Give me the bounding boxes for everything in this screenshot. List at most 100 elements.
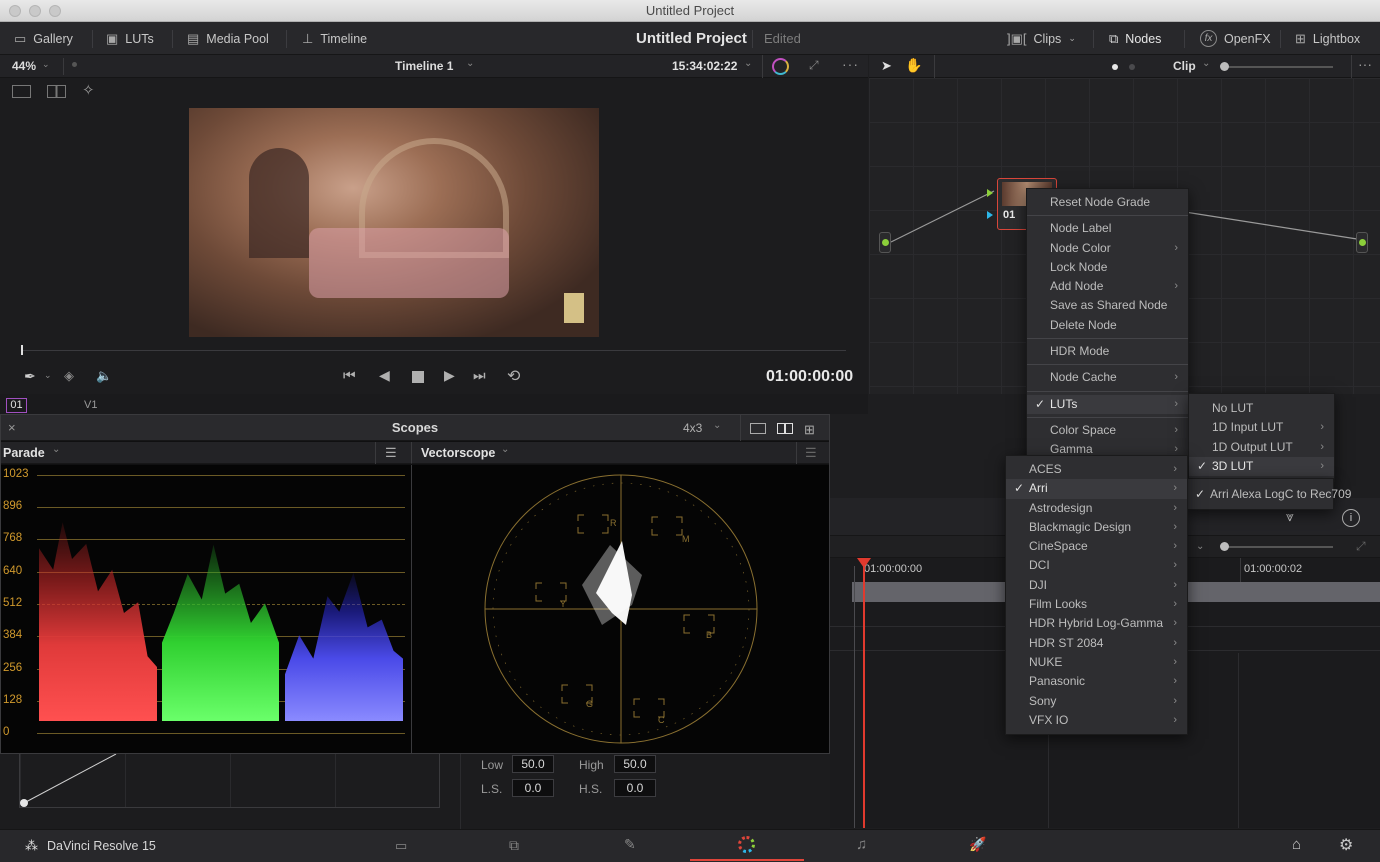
node-key-input-icon[interactable] [987,211,993,219]
menu-item-astrodesign[interactable]: Astrodesign › [1006,499,1187,518]
more-options-icon[interactable]: ··· [1358,56,1372,72]
jump-end-icon[interactable]: ⏭ [473,367,486,384]
menu-item-dji[interactable]: DJI › [1006,576,1187,595]
page-dot[interactable] [1129,64,1135,70]
zoom-slider-handle[interactable] [1220,62,1229,71]
chevron-down-icon[interactable]: ⌄ [42,59,50,70]
chevron-down-icon[interactable]: ⌄ [1202,58,1210,69]
speaker-icon[interactable]: 🔈 [96,368,112,384]
chevron-down-icon[interactable]: ⌄ [52,444,60,455]
fairlight-page-icon[interactable]: ♫ [856,836,867,853]
parade-selector[interactable]: Parade [3,446,45,460]
node-mode-selector[interactable]: Clip [1173,59,1196,73]
loop-icon[interactable]: ⟲ [507,366,520,386]
clips-button[interactable]: ]▣[Clips ⌄ [1007,22,1076,55]
hand-tool-icon[interactable]: ✋ [905,57,922,74]
menu-item-node-color[interactable]: Node Color › [1027,239,1188,258]
menu-item-1d-output-lut[interactable]: 1D Output LUT › [1189,438,1334,457]
menu-item-nuke[interactable]: NUKE › [1006,653,1187,672]
menu-item-sony[interactable]: Sony › [1006,692,1187,711]
info-icon[interactable]: i [1342,509,1360,527]
timeline-name[interactable]: Timeline 1 [395,59,453,73]
magic-wand-icon[interactable]: ✧ [82,81,95,99]
menu-item-reset-node-grade[interactable]: Reset Node Grade [1027,193,1188,212]
reverse-icon[interactable]: ◀ [379,367,390,384]
keyframe-zoom-track[interactable] [1221,546,1333,548]
clip-number[interactable]: 01 [6,398,27,413]
chevron-down-icon[interactable]: ⌄ [744,58,752,69]
keyframe-zoom-handle[interactable] [1220,542,1229,551]
menu-item-hdr-mode[interactable]: HDR Mode [1027,342,1188,361]
settings-sliders-icon[interactable]: ☰ [385,445,397,461]
close-window-button[interactable] [9,5,21,17]
zoom-slider-track[interactable] [1221,66,1333,68]
jump-start-icon[interactable]: ⏮ [343,367,358,384]
node-rgb-input-icon[interactable] [987,189,993,197]
curve-control-point[interactable] [20,799,28,807]
menu-item-cinespace[interactable]: CineSpace › [1006,537,1187,556]
menu-item-lock-node[interactable]: Lock Node [1027,258,1188,277]
chevron-down-icon[interactable]: ⌄ [466,58,474,69]
expand-icon[interactable]: ⤢ [1356,539,1366,554]
low-field[interactable]: 50.0 [512,755,554,773]
nodes-button[interactable]: ⧉ Nodes [1109,22,1161,55]
menu-item-save-as-shared-node[interactable]: Save as Shared Node [1027,296,1188,315]
menu-item-no-lut[interactable]: No LUT [1189,399,1334,418]
chevron-down-icon[interactable]: ⌄ [44,370,52,381]
pointer-tool-icon[interactable]: ➤ [881,58,892,74]
chevron-down-icon[interactable]: ⌄ [713,420,721,431]
menu-item-luts[interactable]: ✓ LUTs › [1027,394,1188,414]
media-pool-button[interactable]: ▤ Media Pool [187,22,269,55]
luts-button[interactable]: ▣ LUTs [106,22,154,55]
minimize-window-button[interactable] [29,5,41,17]
scrubber-track[interactable] [22,350,846,351]
menu-item-node-cache[interactable]: Node Cache › [1027,368,1188,387]
menu-item-vfx-io[interactable]: VFX IO › [1006,711,1187,730]
color-page-tab[interactable] [690,830,804,861]
keyframe-icon[interactable]: ⩔ [1286,508,1294,525]
quad-scope-icon[interactable]: ⊞ [804,422,815,438]
menu-item-hdr-st-2084[interactable]: HDR ST 2084 › [1006,634,1187,653]
deliver-page-icon[interactable]: 🚀 [969,836,986,853]
chevron-down-icon[interactable]: ⌄ [1196,541,1204,552]
layers-icon[interactable]: ◈ [64,368,74,384]
stop-icon[interactable] [412,371,424,383]
play-icon[interactable]: ▶ [444,367,455,384]
page-dot-active[interactable] [1112,64,1118,70]
settings-sliders-icon[interactable]: ☰ [805,445,817,461]
menu-item-1d-input-lut[interactable]: 1D Input LUT › [1189,418,1334,437]
menu-item-color-space[interactable]: Color Space › [1027,421,1188,440]
scopes-title-bar[interactable]: Scopes [1,415,829,441]
lightbox-button[interactable]: ⊞ Lightbox [1295,22,1360,55]
edit-page-icon[interactable]: ⧉ [509,837,519,854]
media-page-icon[interactable]: ▭ [395,838,407,854]
menu-item-blackmagic-design[interactable]: Blackmagic Design › [1006,518,1187,537]
fullscreen-icon[interactable]: ⤢ [809,58,819,73]
timeline-button[interactable]: ⊥ Timeline [302,22,367,55]
fusion-page-icon[interactable]: ✎ [624,836,636,853]
playhead[interactable] [21,345,23,355]
menu-item-delete-node[interactable]: Delete Node [1027,316,1188,335]
menu-item-hdr-hybrid-log-gamma[interactable]: HDR Hybrid Log-Gamma › [1006,614,1187,633]
single-view-icon[interactable] [12,85,31,98]
menu-item-add-node[interactable]: Add Node › [1027,277,1188,296]
dual-scope-icon[interactable] [777,423,793,434]
menu-item-aces[interactable]: ACES › [1006,460,1187,479]
close-icon[interactable]: × [8,420,16,435]
menu-item-panasonic[interactable]: Panasonic › [1006,672,1187,691]
menu-item-film-looks[interactable]: Film Looks › [1006,595,1187,614]
hs-field[interactable]: 0.0 [614,779,656,797]
single-scope-icon[interactable] [750,423,766,434]
eyedropper-icon[interactable]: ✒ [24,368,36,385]
menu-item-node-label[interactable]: Node Label [1027,219,1188,238]
menu-item-arri-alexa-logc-to-rec709[interactable]: ✓ Arri Alexa LogC to Rec709 [1187,483,1351,505]
playhead-line[interactable] [863,566,865,828]
zoom-level[interactable]: 44% [12,59,36,73]
split-view-icon[interactable] [47,85,66,98]
menu-item-3d-lut[interactable]: ✓ 3D LUT › [1189,456,1334,477]
menu-item-dci[interactable]: DCI › [1006,556,1187,575]
zoom-window-button[interactable] [49,5,61,17]
ls-field[interactable]: 0.0 [512,779,554,797]
gear-icon[interactable]: ⚙ [1339,835,1353,855]
openfx-button[interactable]: fx OpenFX [1200,22,1271,55]
